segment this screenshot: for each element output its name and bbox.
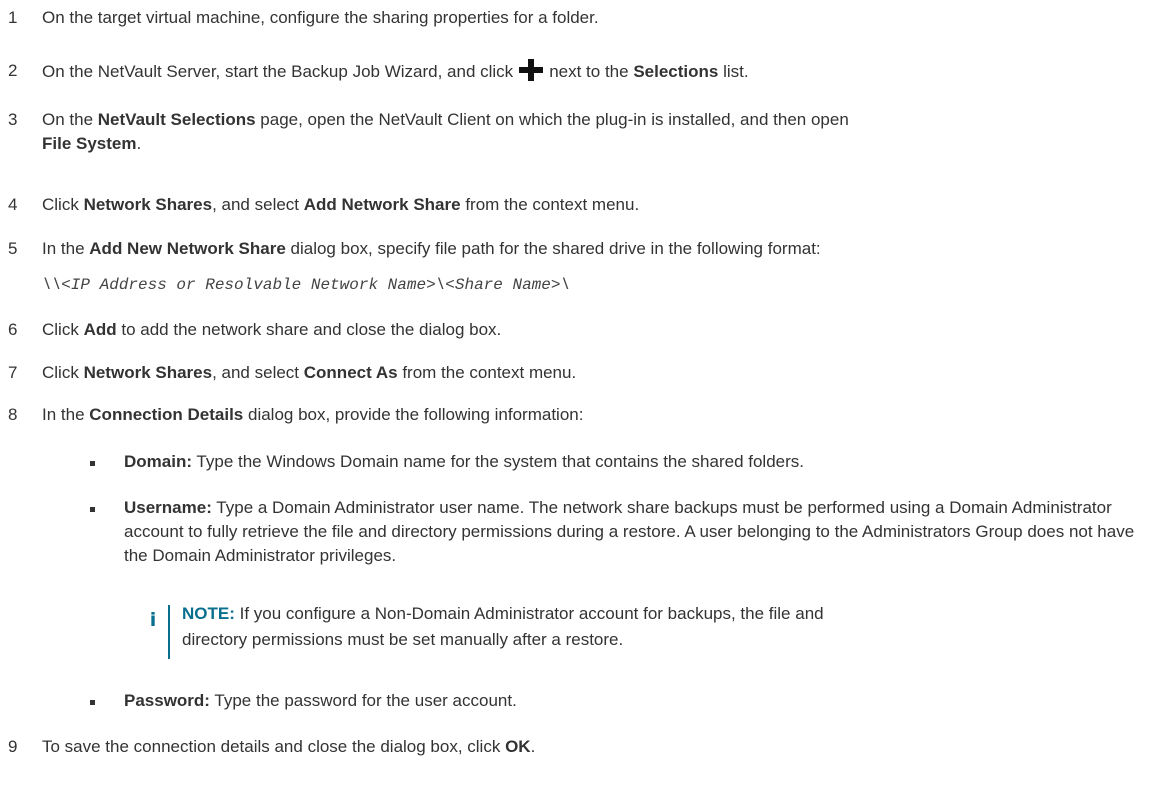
bullet-text: Domain: Type the Windows Domain name for…: [124, 452, 804, 471]
step-number: 3: [8, 110, 18, 129]
step-text: To save the connection details and close…: [42, 737, 536, 756]
step-number: 2: [8, 61, 18, 80]
step-number: 9: [8, 737, 18, 756]
step-text: Click Network Shares, and select Add Net…: [42, 195, 640, 214]
note-text: NOTE: If you configure a Non-Domain Admi…: [182, 604, 824, 649]
step-text: Click Network Shares, and select Connect…: [42, 363, 577, 382]
info-icon: i: [149, 609, 157, 631]
step-text: On the NetVault Server, start the Backup…: [42, 59, 1163, 84]
step-number: 1: [8, 8, 18, 27]
share-path-format: \\<IP Address or Resolvable Network Name…: [42, 276, 571, 294]
step-text: In the Connection Details dialog box, pr…: [42, 405, 584, 424]
bullet-text: Username: Type a Domain Administrator us…: [124, 498, 1135, 565]
bullet-text: Password: Type the password for the user…: [124, 691, 517, 710]
note-divider: [168, 605, 170, 659]
step-text: In the Add New Network Share dialog box,…: [42, 239, 821, 258]
step-number: 8: [8, 405, 18, 424]
step-number: 6: [8, 320, 18, 339]
step-number: 7: [8, 363, 18, 382]
step-text: Click Add to add the network share and c…: [42, 320, 502, 339]
step-text: On the target virtual machine, configure…: [42, 8, 599, 27]
bullet-marker: [90, 461, 95, 466]
plus-icon: [519, 59, 544, 81]
step-number: 4: [8, 195, 18, 214]
bullet-marker: [90, 700, 95, 705]
step-text: On the NetVault Selections page, open th…: [42, 110, 849, 153]
step-number: 5: [8, 239, 18, 258]
bullet-marker: [90, 507, 95, 512]
